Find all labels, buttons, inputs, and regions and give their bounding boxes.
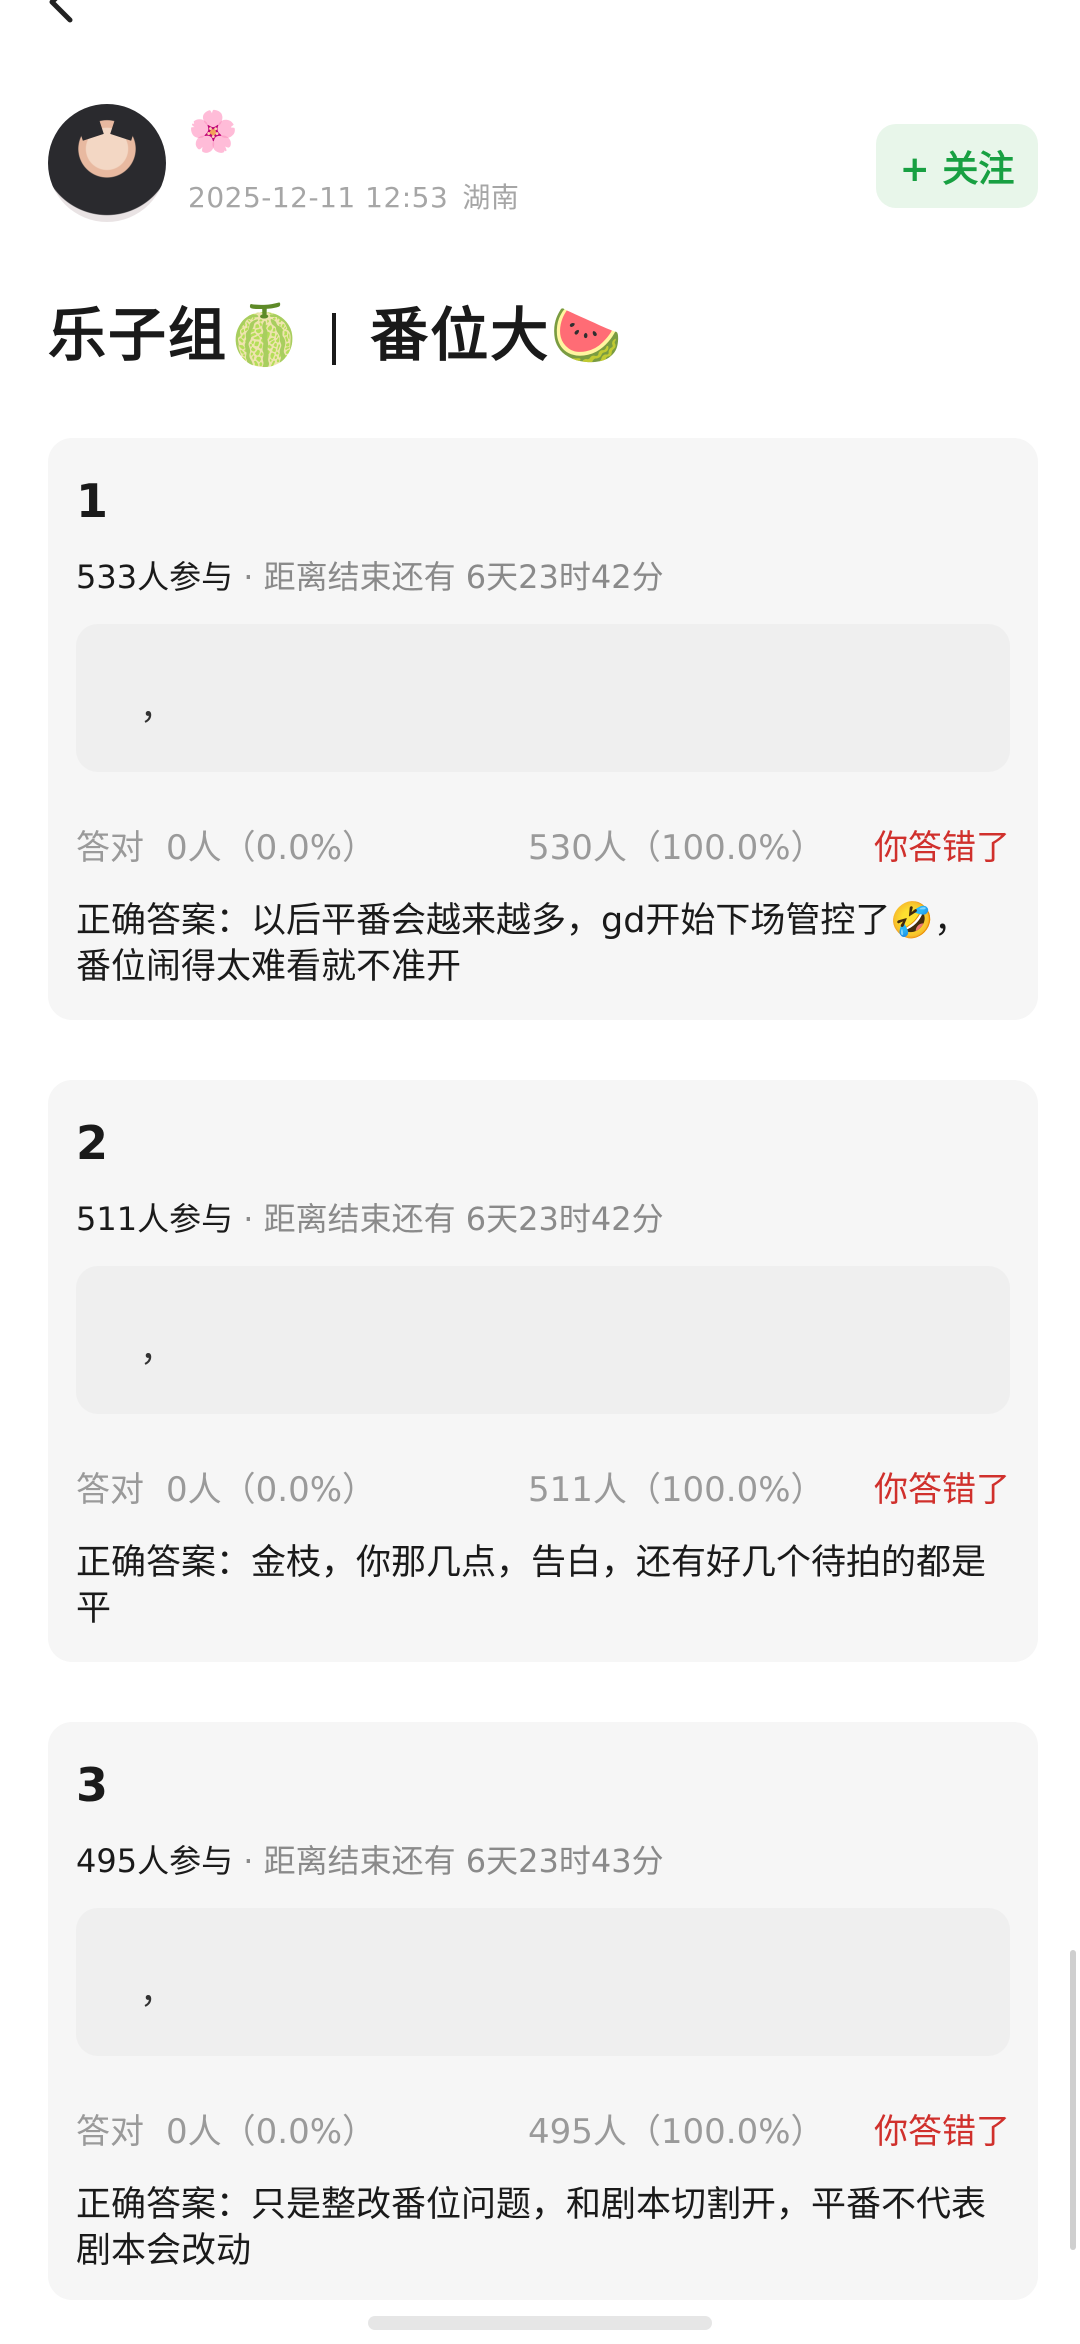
ends-countdown: · 距离结束还有 6天23时43分 xyxy=(233,1842,664,1880)
participants: 495人参与 xyxy=(76,1842,234,1880)
result-row: 答对 0人（0.0%） 495人（100.0%） 你答错了 xyxy=(76,2104,1010,2152)
answer-option[interactable]: ， xyxy=(76,1266,1010,1414)
wrong-count: 530人（100.0%） xyxy=(528,828,825,868)
correct-answer: 正确答案：以后平番会越来越多，gd开始下场管控了🤣，番位闹得太难看就不准开 xyxy=(76,901,970,987)
post-header: 🌸 2025-12-11 12:53 湖南 + 关注 xyxy=(48,104,1038,234)
answer-option[interactable]: ， xyxy=(76,1908,1010,2056)
correct-answer: 正确答案：只是整改番位问题，和剧本切割开，平番不代表剧本会改动 xyxy=(76,2185,987,2271)
result-row: 答对 0人（0.0%） 530人（100.0%） 你答错了 xyxy=(76,820,1010,868)
correct-answer: 正确答案：金枝，你那几点，告白，还有好几个待拍的都是平 xyxy=(76,1543,987,1629)
answer-option[interactable]: ， xyxy=(76,624,1010,772)
title-part-1: 乐子组 xyxy=(48,301,229,369)
quiz-card: 2 511人参与 · 距离结束还有 6天23时42分 ， 答对 0人（0.0%） … xyxy=(48,1080,1038,1662)
author-nickname[interactable]: 🌸 xyxy=(188,110,238,154)
post-title: 乐子组🍈 番位大🍉 xyxy=(48,288,624,372)
correct-stats: 答对 0人（0.0%） xyxy=(76,1462,376,1511)
quiz-card: 3 495人参与 · 距离结束还有 6天23时43分 ， 答对 0人（0.0%） … xyxy=(48,1722,1038,2300)
wrong-count: 495人（100.0%） xyxy=(528,2112,825,2152)
follow-button[interactable]: + 关注 xyxy=(876,124,1038,208)
title-part-2: 番位大 xyxy=(370,301,551,369)
ends-countdown: · 距离结束还有 6天23时42分 xyxy=(233,558,664,596)
quiz-number: 2 xyxy=(76,1116,109,1170)
quiz-number: 1 xyxy=(76,474,109,528)
answer-text: ， xyxy=(140,688,174,728)
correct-label: 答对 xyxy=(76,828,144,868)
correct-stats: 答对 0人（0.0%） xyxy=(76,820,376,869)
avatar[interactable] xyxy=(48,104,166,222)
wrong-status: 你答错了 xyxy=(874,2112,1010,2152)
result-row: 答对 0人（0.0%） 511人（100.0%） 你答错了 xyxy=(76,1462,1010,1510)
correct-count: 0人（0.0%） xyxy=(166,828,377,868)
post-location: 湖南 xyxy=(462,181,520,214)
watermelon-emoji: 🍉 xyxy=(550,301,625,369)
quiz-number: 3 xyxy=(76,1758,109,1812)
back-button[interactable] xyxy=(40,0,84,30)
wrong-status: 你答错了 xyxy=(874,1470,1010,1510)
participants: 511人参与 xyxy=(76,1200,234,1238)
quiz-info: 495人参与 · 距离结束还有 6天23时43分 xyxy=(76,1836,664,1882)
quiz-info: 533人参与 · 距离结束还有 6天23时42分 xyxy=(76,552,664,598)
answer-text: ， xyxy=(140,1330,174,1370)
correct-stats: 答对 0人（0.0%） xyxy=(76,2104,376,2153)
correct-label: 答对 xyxy=(76,2112,144,2152)
wrong-count: 511人（100.0%） xyxy=(528,1470,825,1510)
wrong-status: 你答错了 xyxy=(874,828,1010,868)
correct-count: 0人（0.0%） xyxy=(166,1470,377,1510)
post-meta: 2025-12-11 12:53 湖南 xyxy=(188,176,519,216)
chevron-left-icon xyxy=(49,0,73,23)
home-indicator[interactable] xyxy=(368,2316,712,2330)
ends-countdown: · 距离结束还有 6天23时42分 xyxy=(233,1200,664,1238)
correct-label: 答对 xyxy=(76,1470,144,1510)
scrollbar[interactable] xyxy=(1070,1950,1076,2250)
post-time: 2025-12-11 12:53 xyxy=(188,181,449,214)
melon-emoji: 🍈 xyxy=(228,301,303,369)
participants: 533人参与 xyxy=(76,558,234,596)
quiz-card: 1 533人参与 · 距离结束还有 6天23时42分 ， 答对 0人（0.0%） … xyxy=(48,438,1038,1020)
correct-count: 0人（0.0%） xyxy=(166,2112,377,2152)
quiz-info: 511人参与 · 距离结束还有 6天23时42分 xyxy=(76,1194,664,1240)
answer-text: ， xyxy=(140,1972,174,2012)
title-divider xyxy=(332,312,337,365)
